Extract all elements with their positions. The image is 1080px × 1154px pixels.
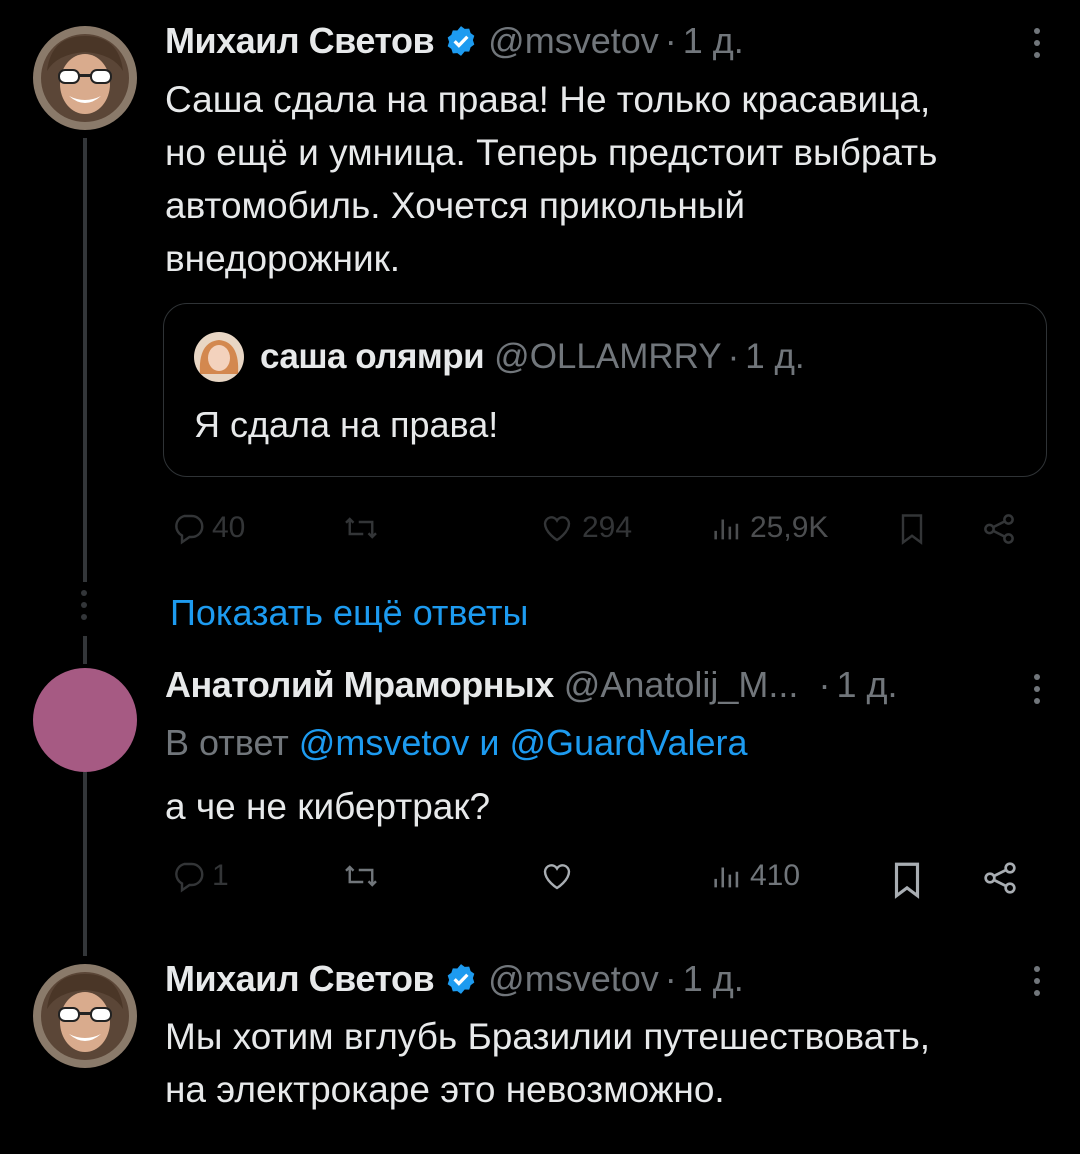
timestamp[interactable]: 1 д.: [683, 958, 744, 1000]
timestamp[interactable]: 1 д.: [836, 664, 897, 706]
share-icon: [984, 514, 1014, 544]
show-more-replies-link[interactable]: Показать ещё ответы: [170, 592, 528, 634]
bookmark-icon: [901, 514, 923, 545]
separator-dot: ·: [727, 337, 740, 376]
quote-author-name: саша олямри: [260, 337, 485, 376]
like-button[interactable]: [538, 858, 576, 894]
thread-line: [83, 636, 87, 664]
like-icon: [543, 864, 571, 890]
views-button[interactable]: 410: [710, 858, 800, 894]
views-count: 25,9K: [750, 511, 829, 544]
tweet-text: Саша сдала на права! Не только красавица…: [165, 79, 938, 279]
retweet-icon: [345, 517, 377, 539]
timestamp[interactable]: 1 д.: [683, 20, 744, 62]
like-icon: [543, 516, 571, 542]
more-icon[interactable]: [1032, 28, 1042, 58]
bookmark-button[interactable]: [894, 510, 930, 548]
tweet-text: а че не кибертрак?: [165, 786, 491, 827]
tweet-header: Михаил Светов @msvetov · 1 д.: [165, 20, 744, 62]
quote-text: Я сдала на права!: [194, 404, 499, 445]
verified-badge-icon: [447, 26, 475, 56]
quote-avatar: [194, 332, 244, 382]
thread-gap-dots: [81, 590, 87, 620]
quote-author-handle: @OLLAMRRY: [494, 337, 722, 376]
quote-timestamp: 1 д.: [745, 337, 805, 376]
like-count: 294: [582, 511, 633, 544]
views-button[interactable]: 25,9K: [710, 510, 828, 546]
mention-link[interactable]: @msvetov: [299, 722, 470, 763]
reply-count: 1: [212, 859, 229, 892]
reply-count: 40: [212, 511, 246, 544]
tweet-actions: 1 410: [170, 858, 1030, 908]
separator-dot: ·: [664, 958, 677, 999]
separator-dot: ·: [818, 664, 831, 705]
quote-header: саша олямри @OLLAMRRY · 1 д.: [194, 332, 805, 382]
author-handle[interactable]: @Anatolij_M...: [564, 664, 799, 706]
tweet-header: Анатолий Мраморных @Anatolij_M... · 1 д.: [165, 664, 897, 706]
tweet-text: Мы хотим вглубь Бразилии путешествовать,…: [165, 1016, 931, 1110]
views-icon: [714, 867, 739, 888]
share-icon: [984, 862, 1016, 894]
mention-link[interactable]: @GuardValera: [510, 722, 748, 763]
retweet-icon: [345, 865, 377, 887]
author-handle[interactable]: @msvetov: [488, 20, 659, 62]
share-button[interactable]: [980, 510, 1018, 548]
avatar[interactable]: [33, 964, 137, 1068]
reply-prefix: В ответ: [165, 722, 289, 763]
mention-connector: и: [479, 722, 500, 763]
reply-context: В ответ @msvetov и @GuardValera: [165, 722, 748, 764]
thread-line: [83, 138, 87, 582]
more-icon[interactable]: [1032, 674, 1042, 704]
reply-icon: [175, 862, 204, 893]
views-icon: [714, 519, 739, 540]
avatar[interactable]: [33, 26, 137, 130]
more-icon[interactable]: [1032, 966, 1042, 996]
avatar[interactable]: [33, 668, 137, 772]
author-handle[interactable]: @msvetov: [488, 958, 659, 1000]
reply-button[interactable]: 1: [170, 858, 229, 894]
bookmark-icon: [894, 862, 920, 899]
bookmark-button[interactable]: [886, 858, 928, 902]
share-button[interactable]: [980, 858, 1020, 898]
like-button[interactable]: 294: [538, 510, 632, 546]
tweet-header: Михаил Светов @msvetov · 1 д.: [165, 958, 744, 1000]
verified-badge-icon: [447, 964, 475, 994]
author-name[interactable]: Анатолий Мраморных: [165, 664, 554, 706]
tweet-actions: 40 294 25,9K: [170, 510, 1030, 560]
author-name[interactable]: Михаил Светов: [165, 958, 435, 1000]
retweet-button[interactable]: [342, 510, 380, 546]
reply-icon: [175, 514, 204, 545]
author-name[interactable]: Михаил Светов: [165, 20, 435, 62]
quoted-tweet[interactable]: саша олямри @OLLAMRRY · 1 д. Я сдала на …: [163, 303, 1047, 477]
thread-line: [83, 772, 87, 956]
separator-dot: ·: [664, 20, 677, 61]
views-count: 410: [750, 859, 801, 892]
retweet-button[interactable]: [342, 858, 380, 894]
reply-button[interactable]: 40: [170, 510, 245, 546]
